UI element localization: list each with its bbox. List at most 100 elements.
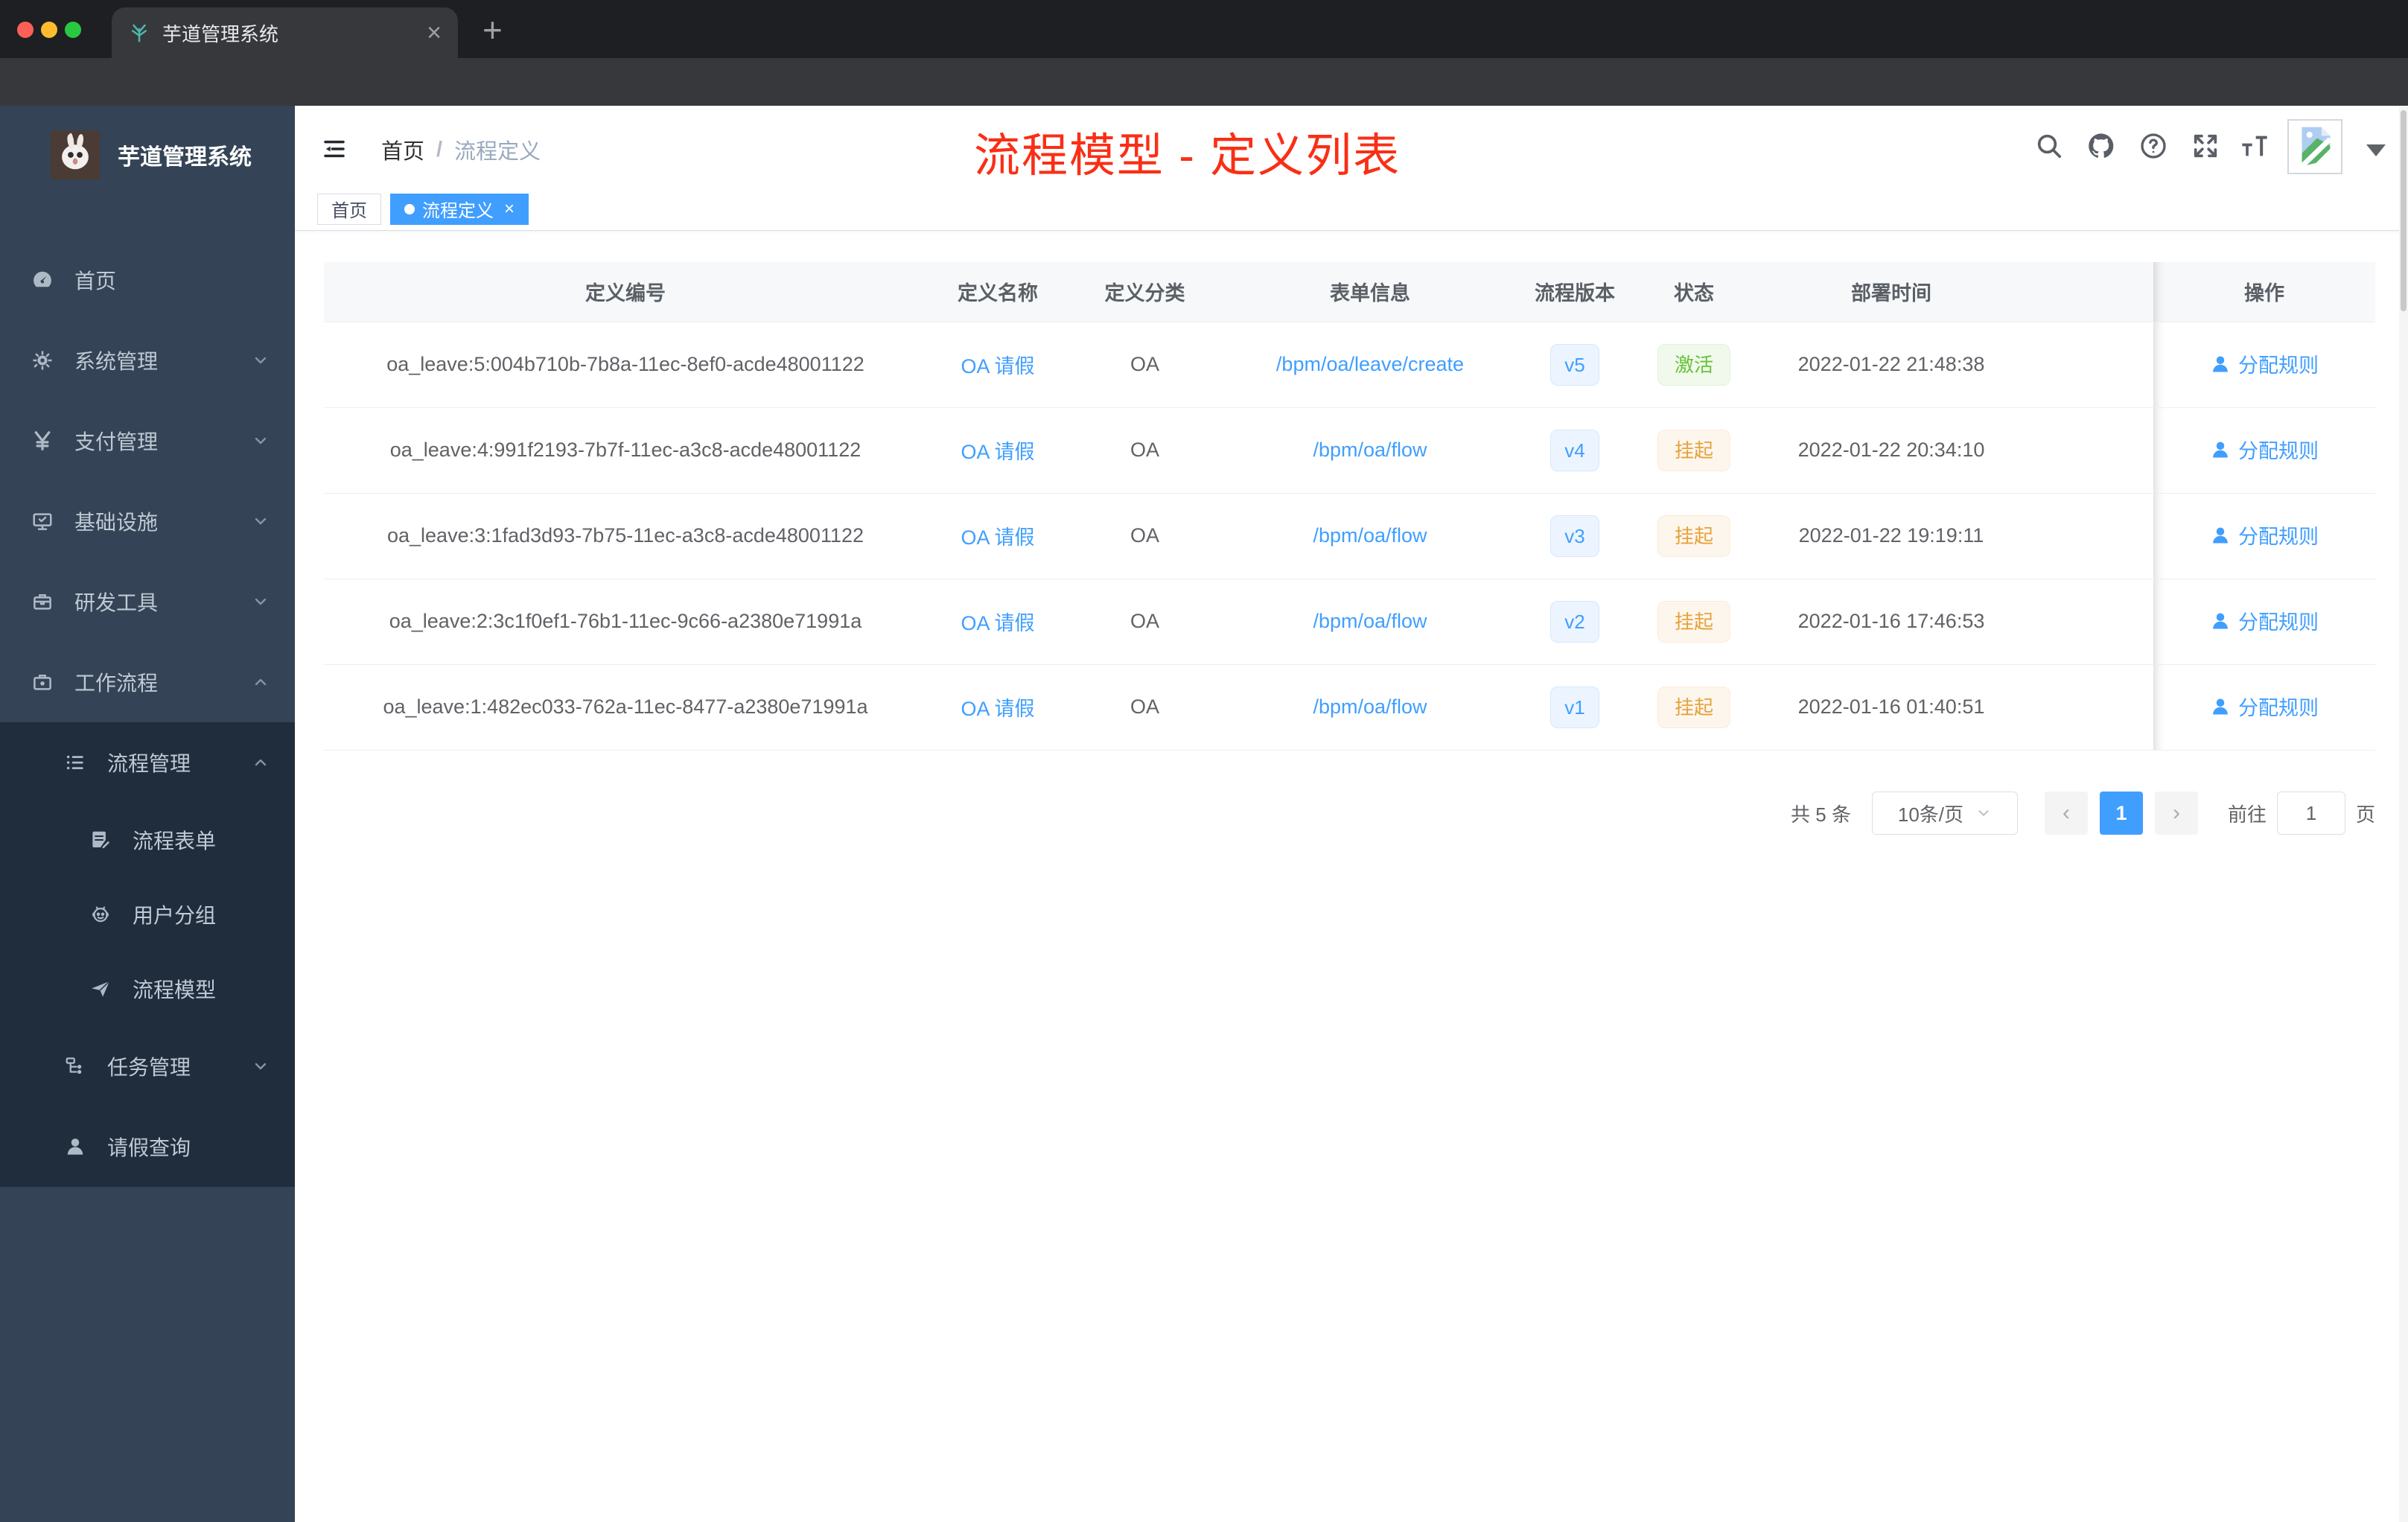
fullscreen-icon[interactable] (2191, 131, 2220, 161)
deploy-time-cell: 2022-01-22 21:48:38 (1757, 322, 2025, 408)
form-link[interactable]: /bpm/oa/flow (1313, 524, 1427, 547)
sidebar-item-task-management[interactable]: 任务管理 (0, 1026, 295, 1107)
form-link[interactable]: /bpm/oa/flow (1313, 610, 1427, 632)
definition-name-link[interactable]: OA 请假 (961, 355, 1034, 378)
user-avatar[interactable] (2287, 119, 2342, 174)
assign-rule-link[interactable]: 分配规则 (2210, 349, 2319, 378)
sidebar-item-dev-tools[interactable]: 研发工具 (0, 561, 295, 642)
view-tab-process-definition[interactable]: 流程定义 × (390, 193, 529, 225)
sidebar-item-process-model[interactable]: 流程模型 (0, 952, 295, 1026)
app-logo-image (51, 130, 100, 179)
sidebar-item-label: 支付管理 (74, 430, 159, 453)
category-cell: OA (1068, 579, 1221, 665)
sidebar-item-workflow[interactable]: 工作流程 (0, 642, 295, 722)
view-tab-home[interactable]: 首页 (317, 193, 381, 225)
sidebar-item-system[interactable]: 系统管理 (0, 320, 295, 401)
avatar-dropdown-caret[interactable] (2366, 144, 2386, 156)
app-logo-row[interactable]: 芋道管理系统 (0, 106, 295, 188)
sidebar-item-infrastructure[interactable]: 基础设施 (0, 481, 295, 561)
definition-name-link[interactable]: OA 请假 (961, 698, 1034, 720)
sidebar-item-process-management[interactable]: 流程管理 (0, 722, 295, 803)
page-size-select[interactable]: 10条/页 (1871, 792, 2018, 835)
definition-name-link[interactable]: OA 请假 (961, 441, 1034, 463)
person-icon (67, 1139, 83, 1155)
sidebar-item-home[interactable]: 首页 (0, 240, 295, 320)
sidebar-fold-icon[interactable] (320, 137, 348, 161)
chevron-down-icon (255, 437, 267, 445)
minimize-window-button[interactable] (41, 22, 57, 38)
column-header-name: 定义名称 (927, 262, 1068, 322)
github-icon[interactable] (2086, 131, 2116, 161)
workflow-submenu: 流程管理 流程表单 用户分组 流程模型 任务管理 请假查询 (0, 722, 295, 1187)
scrollbar-thumb[interactable] (2401, 110, 2407, 311)
help-icon[interactable] (2138, 131, 2168, 161)
table-row: oa_leave:2:3c1f0ef1-76b1-11ec-9c66-a2380… (324, 579, 2375, 665)
close-tab-icon[interactable]: × (427, 20, 442, 45)
assign-rule-link[interactable]: 分配规则 (2210, 606, 2319, 635)
new-tab-button[interactable]: + (482, 13, 503, 47)
goto-page-input[interactable] (2276, 792, 2345, 835)
assign-rule-link[interactable]: 分配规则 (2210, 520, 2319, 550)
maximize-window-button[interactable] (65, 22, 81, 38)
form-link[interactable]: /bpm/oa/leave/create (1276, 353, 1464, 375)
sidebar: 芋道管理系统 首页 系统管理 支付管理 基础设施 研发工具 工作流程 流程管理 … (0, 106, 295, 1522)
definition-id-cell: oa_leave:5:004b710b-7b8a-11ec-8ef0-acde4… (324, 322, 927, 408)
assign-rule-link[interactable]: 分配规则 (2210, 692, 2319, 721)
sidebar-item-label: 流程模型 (133, 978, 217, 1002)
status-badge: 挂起 (1657, 429, 1730, 471)
breadcrumb-current: 流程定义 (454, 140, 541, 164)
version-badge: v2 (1550, 600, 1599, 643)
gear-icon (33, 351, 52, 370)
version-badge: v3 (1550, 515, 1599, 557)
dashboard-icon (34, 271, 51, 287)
browser-tab[interactable]: 芋道管理系统 × (112, 7, 458, 58)
definition-id-cell: oa_leave:4:991f2193-7b7f-11ec-a3c8-acde4… (324, 407, 927, 494)
pagination: 共 5 条 10条/页 ‹ 1 › 前往 页 (1791, 791, 2375, 835)
search-icon[interactable] (2034, 131, 2064, 161)
category-cell: OA (1068, 322, 1221, 408)
font-size-icon[interactable] (2240, 131, 2270, 161)
view-tab-label: 流程定义 (422, 201, 494, 221)
form-link[interactable]: /bpm/oa/flow (1313, 439, 1427, 461)
definition-id-cell: oa_leave:1:482ec033-762a-11ec-8477-a2380… (324, 664, 927, 751)
page-scrollbar[interactable] (2399, 106, 2408, 1522)
form-icon (92, 831, 111, 850)
version-badge: v4 (1550, 429, 1599, 471)
sidebar-item-payment[interactable]: 支付管理 (0, 401, 295, 481)
column-header-form: 表单信息 (1221, 262, 1519, 322)
close-view-tab-icon[interactable]: × (504, 199, 515, 220)
page-size-value: 10条/页 (1897, 803, 1964, 826)
column-header-filler (2025, 262, 2153, 322)
page-header: 首页 / 流程定义 流程模型 - 定义列表 (295, 106, 2408, 188)
browser-toolbar: 不安全 | dashboard.yudao.iocoder.cn/bpm/man… (0, 58, 2408, 159)
definition-table: 定义编号 定义名称 定义分类 表单信息 流程版本 状态 部署时间 操作 oa_l… (324, 262, 2375, 751)
table-header-row: 定义编号 定义名称 定义分类 表单信息 流程版本 状态 部署时间 操作 (324, 262, 2375, 322)
form-link[interactable]: /bpm/oa/flow (1313, 695, 1427, 718)
status-badge: 挂起 (1657, 515, 1730, 557)
prev-page-button[interactable]: ‹ (2044, 792, 2088, 835)
paper-plane-icon (92, 981, 110, 997)
deploy-time-cell: 2022-01-16 17:46:53 (1757, 579, 2025, 665)
sidebar-item-label: 基础设施 (74, 511, 159, 534)
page-1-button[interactable]: 1 (2099, 792, 2143, 835)
close-window-button[interactable] (17, 22, 34, 38)
version-badge: v1 (1550, 686, 1599, 728)
column-header-actions: 操作 (2153, 262, 2375, 322)
total-count-label: 共 5 条 (1791, 803, 1851, 826)
next-page-button[interactable]: › (2154, 792, 2198, 835)
definition-name-link[interactable]: OA 请假 (961, 612, 1034, 634)
definition-name-link[interactable]: OA 请假 (961, 526, 1034, 549)
sidebar-item-leave-query[interactable]: 请假查询 (0, 1107, 295, 1187)
breadcrumb-home[interactable]: 首页 (381, 134, 424, 165)
chevron-up-icon (255, 678, 267, 686)
assign-rule-link[interactable]: 分配规则 (2210, 435, 2319, 464)
breadcrumb: 首页 / 流程定义 (381, 134, 541, 165)
deploy-time-cell: 2022-01-22 20:34:10 (1757, 407, 2025, 494)
sidebar-item-label: 首页 (74, 270, 117, 293)
chevron-down-icon (255, 598, 267, 605)
sidebar-item-user-group[interactable]: 用户分组 (0, 877, 295, 952)
sidebar-item-process-form[interactable]: 流程表单 (0, 803, 295, 877)
definition-id-cell: oa_leave:2:3c1f0ef1-76b1-11ec-9c66-a2380… (324, 579, 927, 665)
broken-image-icon (2298, 127, 2332, 171)
chevron-down-icon (255, 518, 267, 525)
